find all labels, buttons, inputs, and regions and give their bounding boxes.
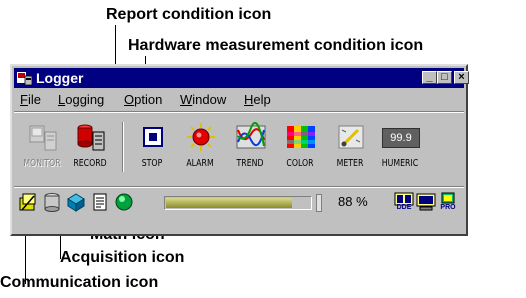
numeric-label: HUMERIC bbox=[381, 158, 419, 169]
progress-percent: 88 % bbox=[338, 194, 368, 209]
menu-logging[interactable]: Logging bbox=[58, 90, 104, 110]
menu-file-rest: ile bbox=[27, 92, 41, 107]
alarm-label: ALARM bbox=[186, 158, 214, 169]
record-icon bbox=[77, 124, 105, 151]
minimize-button[interactable]: _ bbox=[422, 71, 437, 84]
menu-help-rest: elp bbox=[253, 92, 271, 107]
meter-button[interactable]: METER bbox=[326, 118, 374, 178]
callout-acquisition: Acquisition icon bbox=[60, 249, 185, 266]
trend-button[interactable]: TREND bbox=[226, 118, 274, 178]
menu-option[interactable]: Option bbox=[124, 90, 162, 110]
trend-icon bbox=[236, 122, 266, 149]
communication-icon[interactable] bbox=[18, 192, 38, 212]
meter-icon bbox=[338, 125, 364, 149]
dde-text: DDE bbox=[396, 204, 412, 211]
stop-button[interactable]: STOP bbox=[128, 118, 176, 178]
logger-app-icon bbox=[17, 72, 32, 85]
pro-text: PRO bbox=[440, 204, 456, 211]
color-label: COLOR bbox=[286, 158, 314, 169]
color-button[interactable]: COLOR bbox=[276, 118, 324, 178]
acquisition-icon[interactable] bbox=[42, 192, 62, 212]
numeric-icon: 99.9 bbox=[382, 128, 420, 148]
menu-file-accel: F bbox=[20, 92, 28, 107]
toolbar-bottom-separator bbox=[14, 186, 464, 188]
progress-bar bbox=[164, 196, 312, 210]
callout-hardware-measurement-condition: Hardware measurement condition icon bbox=[128, 37, 424, 54]
record-label: RECORD bbox=[73, 158, 107, 169]
menu-window-accel: W bbox=[180, 92, 193, 107]
toolbar-separator bbox=[122, 122, 124, 172]
toolbar: MONITOR RECORD STOP ALARM TREND COLOR ME… bbox=[16, 114, 462, 184]
status-bar: 88 % DDE PRO bbox=[16, 190, 462, 214]
progress-fill bbox=[166, 198, 293, 208]
numeric-button[interactable]: 99.9 HUMERIC bbox=[376, 118, 424, 178]
progress-end-marker bbox=[316, 194, 322, 212]
window-title: Logger bbox=[36, 70, 84, 86]
callout-report-condition: Report condition icon bbox=[106, 6, 272, 23]
report-condition-icon[interactable] bbox=[90, 192, 110, 212]
hardware-measurement-condition-icon[interactable] bbox=[114, 192, 134, 212]
maximize-button[interactable]: □ bbox=[437, 71, 452, 84]
menu-separator bbox=[14, 111, 464, 113]
stop-label: STOP bbox=[141, 158, 163, 169]
callout-communication: Communication icon bbox=[0, 274, 159, 291]
menu-window[interactable]: Window bbox=[180, 90, 226, 110]
logger-window: Logger _ □ × File Logging Option Window … bbox=[10, 64, 469, 236]
monitor-label: MONITOR bbox=[23, 158, 61, 169]
menu-file[interactable]: File bbox=[20, 90, 41, 110]
color-icon bbox=[287, 126, 315, 148]
menu-help-accel: H bbox=[244, 92, 254, 107]
menu-help[interactable]: Help bbox=[244, 90, 271, 110]
menu-logging-rest: ogging bbox=[65, 92, 105, 107]
alarm-button[interactable]: ALARM bbox=[176, 118, 224, 178]
menu-bar: File Logging Option Window Help bbox=[14, 90, 464, 110]
title-bar[interactable]: Logger _ □ × bbox=[14, 68, 469, 88]
menu-option-accel: O bbox=[124, 92, 135, 107]
monitor-icon bbox=[29, 125, 57, 151]
network-icon[interactable] bbox=[416, 192, 436, 212]
dde-icon[interactable]: DDE bbox=[394, 192, 414, 212]
stop-icon bbox=[143, 127, 163, 147]
trend-label: TREND bbox=[236, 158, 264, 169]
menu-option-rest: ption bbox=[134, 92, 163, 107]
math-icon[interactable] bbox=[66, 192, 86, 212]
pro-icon[interactable]: PRO bbox=[438, 192, 458, 212]
menu-window-rest: indow bbox=[192, 92, 227, 107]
meter-label: METER bbox=[336, 158, 364, 169]
alarm-icon bbox=[187, 123, 215, 151]
monitor-button[interactable]: MONITOR bbox=[18, 118, 66, 178]
close-button[interactable]: × bbox=[454, 71, 469, 84]
record-button[interactable]: RECORD bbox=[66, 118, 114, 178]
